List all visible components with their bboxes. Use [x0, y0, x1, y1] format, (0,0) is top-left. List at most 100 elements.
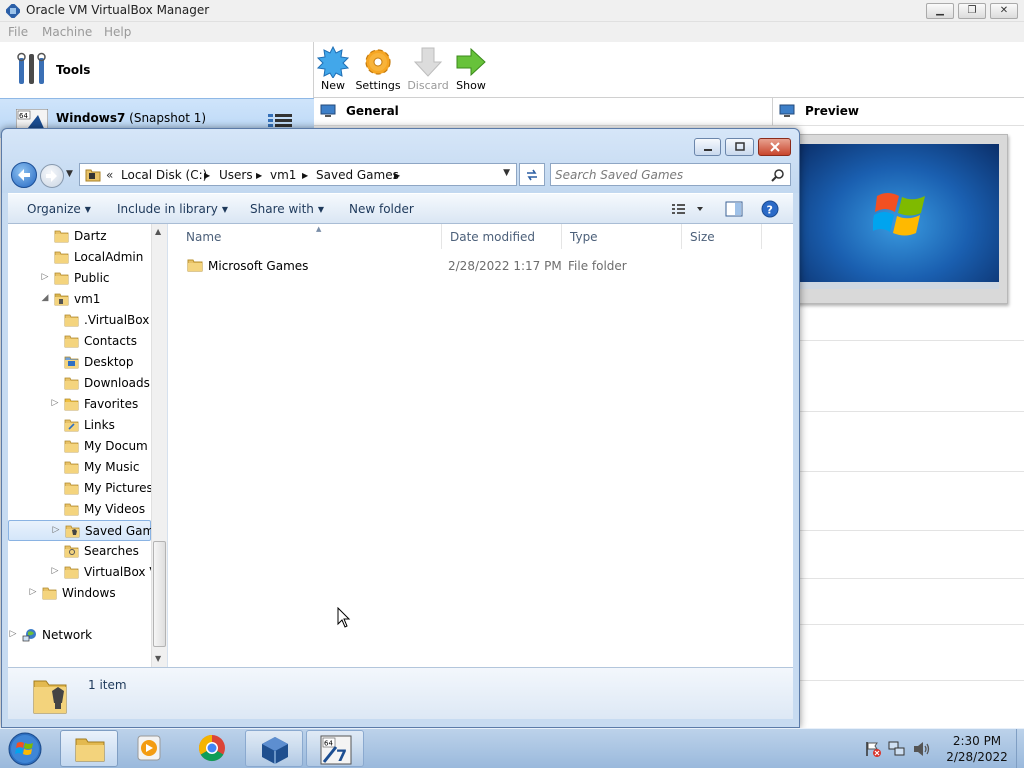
- vb-menu-machine[interactable]: Machine: [42, 25, 92, 39]
- tree-collapsed-arrow-icon[interactable]: ▷: [51, 525, 61, 535]
- tree-collapsed-arrow-icon[interactable]: ▷: [50, 398, 60, 408]
- windows-logo-icon: [873, 193, 925, 236]
- back-button[interactable]: [11, 162, 37, 188]
- nav-tree-item-label: Contacts: [84, 334, 137, 348]
- vb-close-button[interactable]: ✕: [990, 3, 1018, 19]
- nav-tree-item-label: Dartz: [74, 229, 107, 243]
- volume-icon[interactable]: [912, 740, 932, 758]
- nav-tree-item[interactable]: ▷ Favorites: [8, 394, 151, 415]
- scroll-up-arrow-icon[interactable]: ▲: [155, 227, 161, 236]
- explorer-close-button[interactable]: [758, 138, 791, 156]
- nav-tree-item[interactable]: My Videos: [8, 499, 151, 520]
- nav-tree-item[interactable]: Dartz: [8, 226, 151, 247]
- vm-preview-screen: [799, 144, 999, 289]
- explorer-minimize-button[interactable]: [694, 138, 721, 156]
- breadcrumb-local-disk[interactable]: Local Disk (C:): [121, 168, 207, 182]
- taskbar-media-player-button[interactable]: [121, 730, 179, 767]
- action-center-flag-icon[interactable]: [864, 740, 882, 758]
- include-in-library-button[interactable]: Include in library ▼: [117, 202, 228, 216]
- organize-menu-button[interactable]: Organize ▼: [27, 202, 91, 216]
- explorer-maximize-button[interactable]: [725, 138, 754, 156]
- breadcrumb-saved-games[interactable]: Saved Games: [316, 168, 399, 182]
- vb-menu-file[interactable]: File: [8, 25, 28, 39]
- scrollbar-thumb[interactable]: [153, 541, 166, 647]
- minimize-icon: [703, 149, 712, 151]
- taskbar-vm-windows7-button[interactable]: 64 7: [306, 730, 364, 767]
- vb-settings-button[interactable]: Settings: [353, 46, 403, 98]
- column-header-date-modified[interactable]: Date modified: [442, 224, 562, 249]
- pictures-folder-icon: [64, 482, 79, 495]
- vb-restore-button[interactable]: ❐: [958, 3, 986, 19]
- vb-tools-item[interactable]: Tools: [0, 42, 314, 98]
- nav-tree-item[interactable]: Desktop: [8, 352, 151, 373]
- scroll-down-arrow-icon[interactable]: ▼: [155, 654, 161, 663]
- share-with-button[interactable]: Share with ▼: [250, 202, 324, 216]
- breadcrumb-separator-icon[interactable]: ▶: [394, 171, 400, 180]
- file-row[interactable]: Microsoft Games 2/28/2022 1:17 PM File f…: [168, 255, 793, 277]
- show-desktop-button[interactable]: [1016, 729, 1024, 768]
- taskbar-clock[interactable]: 2:30 PM 2/28/2022: [938, 733, 1016, 765]
- column-header-name[interactable]: Name ▲: [178, 224, 442, 249]
- taskbar-explorer-button[interactable]: [60, 730, 118, 767]
- taskbar-virtualbox-button[interactable]: [245, 730, 303, 767]
- vb-preview-section[interactable]: Preview: [772, 98, 1024, 126]
- taskbar-chrome-button[interactable]: [183, 730, 241, 767]
- folder-icon: [42, 587, 57, 600]
- tree-collapsed-arrow-icon[interactable]: ▷: [50, 566, 60, 576]
- nav-tree-item[interactable]: ▷ Public: [8, 268, 151, 289]
- search-input[interactable]: [555, 166, 767, 183]
- breadcrumb-separator-icon[interactable]: ▶: [204, 171, 210, 180]
- address-history-dropdown-icon[interactable]: ▼: [503, 168, 510, 178]
- vb-show-button[interactable]: Show: [446, 46, 496, 98]
- nav-tree-item[interactable]: My Music: [8, 457, 151, 478]
- nav-tree-item[interactable]: My Docum: [8, 436, 151, 457]
- explorer-body: Dartz LocalAdmin ▷ Public ◢ vm1 .VirtualBox Con…: [8, 224, 793, 667]
- nav-tree-item[interactable]: Links: [8, 415, 151, 436]
- nav-tree-item[interactable]: LocalAdmin: [8, 247, 151, 268]
- breadcrumb-separator-icon[interactable]: ▶: [256, 171, 262, 180]
- nav-tree-item[interactable]: ▷ Windows: [8, 583, 151, 604]
- search-box[interactable]: [550, 163, 791, 186]
- vb-general-section[interactable]: General: [314, 98, 772, 126]
- network-icon[interactable]: [888, 740, 906, 758]
- forward-button[interactable]: [40, 164, 64, 188]
- nav-tree-item[interactable]: Downloads: [8, 373, 151, 394]
- vb-new-button[interactable]: New: [308, 46, 358, 98]
- breadcrumb-separator-icon[interactable]: ▶: [302, 171, 308, 180]
- nav-tree-item[interactable]: Contacts: [8, 331, 151, 352]
- svg-text:7: 7: [336, 746, 347, 765]
- column-header-type[interactable]: Type: [562, 224, 682, 249]
- tree-expanded-arrow-icon[interactable]: ◢: [40, 293, 50, 303]
- tree-collapsed-arrow-icon[interactable]: ▷: [28, 587, 38, 597]
- refresh-button[interactable]: [519, 163, 545, 186]
- nav-tree-item[interactable]: ▷ Network: [8, 625, 151, 646]
- tree-collapsed-arrow-icon[interactable]: ▷: [8, 629, 18, 639]
- nav-tree-item[interactable]: My Pictures: [8, 478, 151, 499]
- windows-start-orb-icon: [8, 732, 42, 766]
- nav-tree-item[interactable]: Searches: [8, 541, 151, 562]
- column-header-size[interactable]: Size: [682, 224, 762, 249]
- new-folder-button[interactable]: New folder: [349, 202, 414, 216]
- nav-tree-item-label: Links: [84, 418, 115, 432]
- breadcrumb-users[interactable]: Users: [219, 168, 253, 182]
- breadcrumb-overflow[interactable]: «: [106, 168, 113, 182]
- change-view-button[interactable]: [670, 200, 710, 218]
- nav-tree-item[interactable]: ◢ vm1: [8, 289, 151, 310]
- tree-collapsed-arrow-icon[interactable]: ▷: [40, 272, 50, 282]
- address-bar[interactable]: « Local Disk (C:) ▶ Users ▶ vm1 ▶ Saved …: [79, 163, 517, 186]
- start-button[interactable]: [3, 730, 49, 768]
- nav-tree-item[interactable]: ▷ VirtualBox V: [8, 562, 151, 583]
- preview-pane-button[interactable]: [725, 200, 743, 218]
- details-pane: 1 item: [8, 667, 793, 719]
- nav-tree-item[interactable]: ▷ Saved Gam: [8, 520, 151, 541]
- search-icon[interactable]: [771, 168, 785, 182]
- help-button[interactable]: ?: [761, 200, 779, 218]
- vm-details-menu-icon[interactable]: [268, 114, 292, 128]
- vb-minimize-button[interactable]: ▁: [926, 3, 954, 19]
- navigation-pane-scrollbar[interactable]: ▲ ▼: [151, 224, 167, 667]
- favorites-folder-icon: [64, 398, 79, 411]
- nav-tree-item[interactable]: .VirtualBox: [8, 310, 151, 331]
- recent-pages-dropdown-icon[interactable]: ▼: [66, 169, 73, 179]
- breadcrumb-vm1[interactable]: vm1: [270, 168, 296, 182]
- vb-menu-help[interactable]: Help: [104, 25, 131, 39]
